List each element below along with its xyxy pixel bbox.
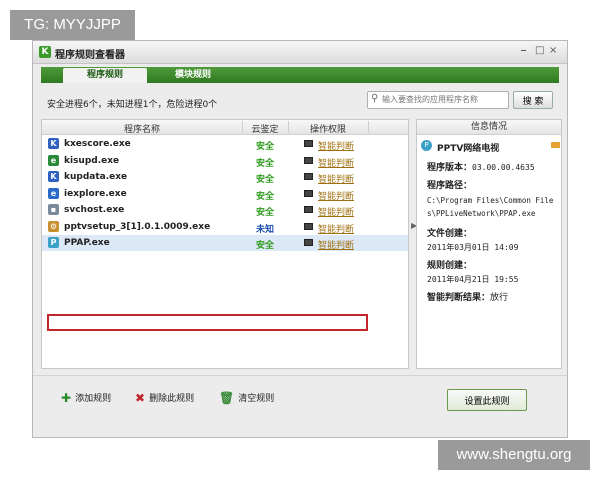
watermark: www.shengtu.org: [438, 440, 590, 470]
tab-module-rules[interactable]: 模块规则: [151, 68, 235, 83]
cloud-status: 安全: [255, 158, 274, 169]
version-label: 程序版本：: [427, 163, 473, 173]
table-row[interactable]: ⚙ pptvsetup_3[1].0.1.0009.exe 未知 智能判断: [42, 219, 408, 235]
permission-link[interactable]: 智能判断: [318, 189, 354, 202]
close-button[interactable]: ×: [549, 45, 557, 56]
permission-link[interactable]: 智能判断: [318, 172, 354, 185]
program-name: kupdata.exe: [64, 172, 128, 182]
created-label: 文件创建：: [427, 229, 473, 239]
cloud-status: 安全: [255, 142, 274, 152]
window-icon: ▪: [48, 204, 59, 215]
list-header: 程序名称 云鉴定 操作权限: [42, 120, 408, 135]
ie-icon: e: [48, 187, 59, 199]
rule-created-value: 2011年04月21日 19:55: [427, 275, 519, 284]
cloud-status: 安全: [255, 241, 274, 251]
add-rule-button[interactable]: ✚ 添加规则: [61, 391, 111, 405]
path-line-2: s\PPLiveNetwork\PPAP.exe: [427, 209, 536, 218]
permission-link[interactable]: 智能判断: [318, 156, 354, 169]
created-value: 2011年03月01日 14:09: [427, 243, 519, 252]
program-name: kxescore.exe: [64, 139, 131, 149]
k-icon: K: [48, 138, 59, 149]
table-row[interactable]: ▪ svchost.exe 安全 智能判断: [42, 202, 408, 218]
header-cloud-check[interactable]: 云鉴定: [242, 122, 288, 135]
result-label: 智能判断结果：: [427, 293, 491, 303]
delete-rule-button[interactable]: ✖ 删除此规则: [135, 391, 194, 405]
rule-created-label: 规则创建：: [427, 261, 473, 271]
footer-divider: [33, 375, 567, 376]
pptv-icon: P: [421, 140, 432, 151]
cloud-status: 安全: [255, 175, 274, 185]
plus-icon: ✚: [61, 391, 72, 405]
delete-rule-label: 删除此规则: [149, 394, 195, 404]
search-box: ⚲: [367, 91, 509, 109]
path-label: 程序路径：: [427, 181, 473, 191]
result-value: 放行: [490, 293, 509, 303]
program-name: iexplore.exe: [64, 188, 127, 199]
trash-icon: 🗑: [219, 391, 235, 405]
program-name: kisupd.exe: [64, 155, 120, 166]
globe-icon: e: [48, 154, 59, 166]
window-title: 程序规则查看器: [55, 50, 125, 61]
program-list: 程序名称 云鉴定 操作权限 Kkxescore.exe 安全 智能判断 e kisupd…: [41, 119, 409, 369]
permission-link[interactable]: 智能判断: [318, 205, 354, 218]
table-row[interactable]: e kisupd.exe 安全 智能判断: [42, 153, 408, 169]
path-line-1: C:\Program Files\Common File: [427, 196, 554, 205]
permission-icon: [304, 239, 313, 246]
header-permission[interactable]: 操作权限: [288, 122, 368, 135]
selection-highlight: [47, 314, 368, 331]
folder-icon[interactable]: [551, 142, 560, 148]
clear-rules-button[interactable]: 🗑 清空规则: [219, 391, 274, 405]
maximize-button[interactable]: □: [535, 45, 544, 56]
permission-icon: [304, 222, 313, 230]
table-row[interactable]: e iexplore.exe 安全 智能判断: [42, 186, 408, 202]
table-row[interactable]: P PPAP.exe 安全 智能判断: [42, 235, 408, 251]
search-icon: ⚲: [371, 93, 379, 104]
permission-icon: [304, 189, 313, 197]
program-name: pptvsetup_3[1].0.1.0009.exe: [64, 221, 211, 232]
k-icon: K: [48, 171, 59, 182]
table-row[interactable]: Kkxescore.exe 安全 智能判断: [42, 136, 408, 152]
search-input[interactable]: [382, 93, 504, 106]
overlay-tag: TG: MYYJJPP: [10, 10, 135, 40]
search-button[interactable]: 搜 索: [513, 91, 553, 109]
permission-icon: [304, 156, 313, 164]
tab-bar: 程序规则 模块规则: [41, 67, 559, 83]
info-version: 程序版本：03.00.00.4635: [427, 160, 535, 173]
add-rule-label: 添加规则: [75, 394, 112, 404]
setup-icon: ⚙: [48, 220, 59, 232]
info-header: 信息情况: [417, 120, 561, 135]
permission-icon: [304, 173, 313, 180]
version-value: 03.00.00.4635: [472, 163, 535, 172]
cloud-status: 安全: [255, 191, 274, 202]
judge-result: 智能判断结果：放行: [427, 290, 508, 303]
permission-icon: [304, 140, 313, 147]
permission-link[interactable]: 智能判断: [318, 139, 354, 152]
permission-link[interactable]: 智能判断: [318, 238, 354, 251]
minimize-button[interactable]: ⎯: [521, 45, 526, 56]
title-bar: K 程序规则查看器 ⎯ □ ×: [33, 41, 567, 64]
permission-icon: [304, 206, 313, 213]
table-row[interactable]: Kkupdata.exe 安全 智能判断: [42, 169, 408, 185]
program-name: svchost.exe: [64, 205, 125, 215]
app-logo-icon: K: [39, 46, 51, 58]
permission-link[interactable]: 智能判断: [318, 222, 354, 235]
set-rule-button[interactable]: 设置此规则: [447, 389, 527, 411]
clear-rules-label: 清空规则: [238, 394, 275, 404]
cloud-status: 未知: [255, 224, 274, 235]
tab-program-rules[interactable]: 程序规则: [63, 68, 147, 83]
header-program-name[interactable]: 程序名称: [42, 122, 242, 135]
info-app-name: PPTV网络电视: [437, 144, 500, 154]
info-panel: 信息情况 P PPTV网络电视 程序版本：03.00.00.4635 程序路径：…: [416, 119, 562, 369]
rule-viewer-window: K 程序规则查看器 ⎯ □ × 程序规则 模块规则 安全进程6个，未知进程1个，…: [32, 40, 568, 438]
program-name: PPAP.exe: [64, 238, 110, 248]
pptv-icon: P: [48, 237, 59, 248]
cloud-status: 安全: [255, 208, 274, 218]
process-summary: 安全进程6个，未知进程1个，危险进程0个: [47, 100, 218, 110]
delete-x-icon: ✖: [135, 391, 146, 405]
